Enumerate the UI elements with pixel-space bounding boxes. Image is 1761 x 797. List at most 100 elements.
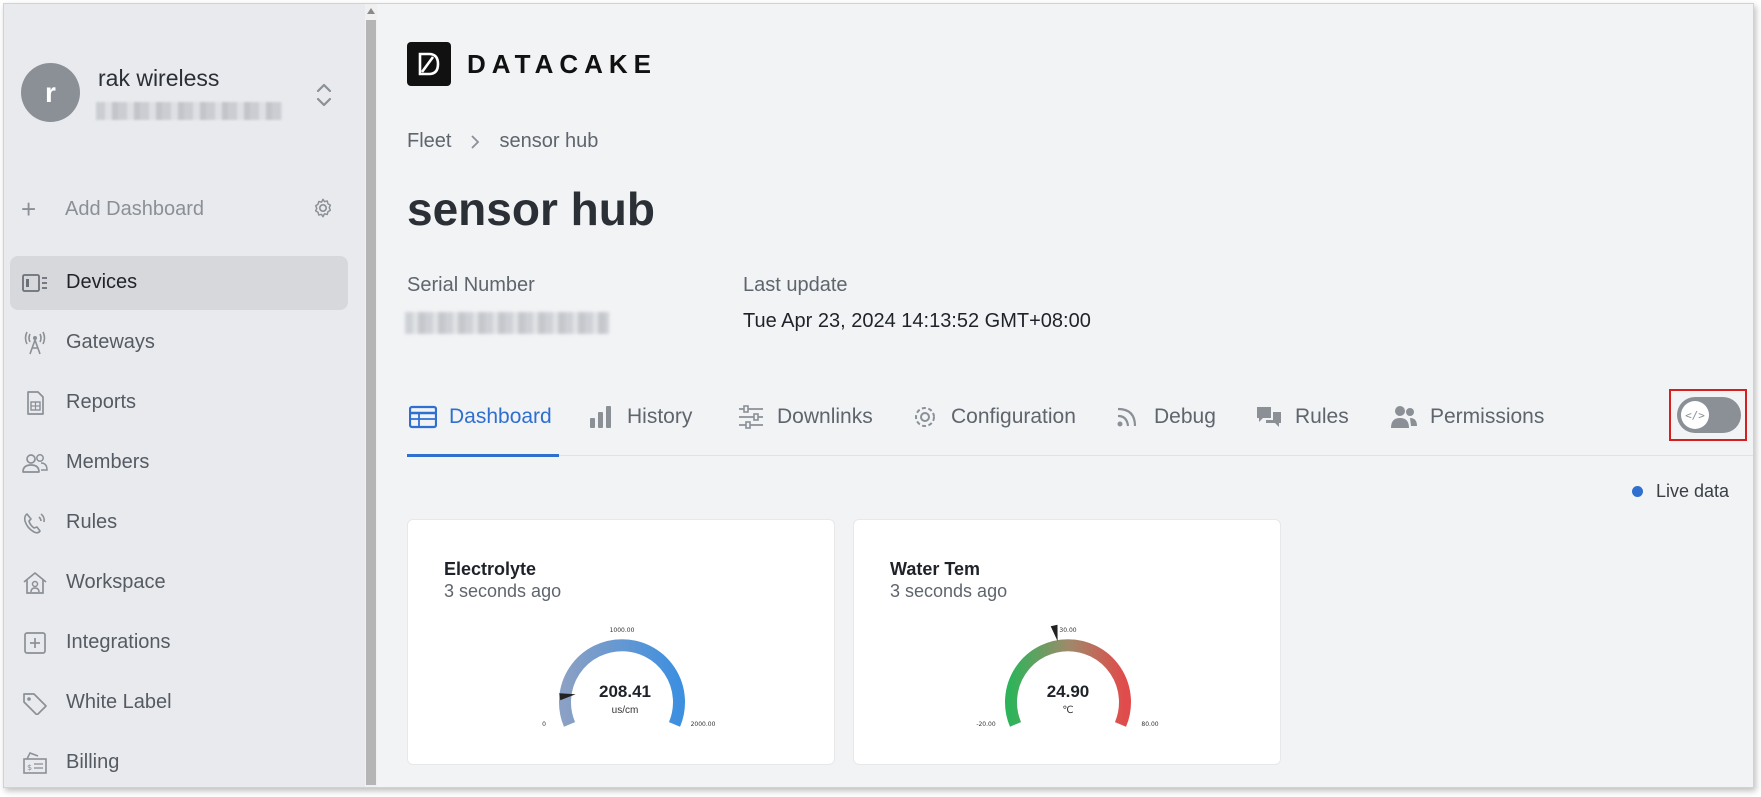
tab-label: Debug [1154,405,1216,428]
plus-icon: + [21,194,37,224]
gauge-value: 24.90 [1047,682,1090,701]
tab-label: Configuration [951,405,1076,428]
code-icon: </> [1681,401,1709,429]
rss-icon [1117,407,1137,427]
sidebar-item-workspace[interactable]: Workspace [10,556,348,610]
live-data-label: Live data [1656,481,1730,501]
tag-icon [23,693,47,715]
gauge-min-label: 0 [542,721,546,728]
logo-mark-icon [407,42,451,86]
sidebar: r rak wireless + Add Dashboard Devices G… [4,4,365,787]
main-content: DATACAKE Fleet sensor hub sensor hub Ser… [377,4,1753,787]
gauge-max-label: 80.00 [1141,721,1158,728]
sidebar-item-label: White Label [66,691,172,713]
billing-icon: $ [23,752,47,774]
gauge-mid-label: 30.00 [1059,627,1076,634]
users-icon [1391,406,1417,428]
tab-label: Downlinks [777,405,873,428]
breadcrumb-current: sensor hub [499,130,599,152]
widget-card-water-tem[interactable]: Water Tem 3 seconds ago 30.00 -20.00 80.… [853,519,1281,765]
sidebar-item-integrations[interactable]: Integrations [10,616,348,670]
sidebar-item-gateways[interactable]: Gateways [10,316,348,370]
gauge-mid-label: 1000.00 [610,627,635,634]
add-dashboard-label: Add Dashboard [65,198,204,220]
widget-timestamp: 3 seconds ago [444,581,562,601]
tab-downlinks[interactable]: Downlinks [737,392,873,442]
gauge-water-tem: 30.00 -20.00 80.00 24.90 ℃ [976,624,1159,728]
last-update-label: Last update [743,274,848,296]
sidebar-item-reports[interactable]: Reports [10,376,348,430]
gauge-min-label: -20.00 [976,721,996,728]
gauge-unit: ℃ [1062,705,1073,716]
chevron-up-down-icon[interactable] [315,81,333,109]
scroll-up-arrow-icon[interactable] [367,8,375,14]
sidebar-item-label: Devices [66,271,138,293]
tab-dashboard[interactable]: Dashboard [409,392,552,442]
logo-text: DATACAKE [467,48,658,79]
gateway-icon [24,331,46,355]
svg-text:$: $ [27,763,32,772]
reports-icon [27,391,44,415]
gear-icon[interactable] [312,197,334,219]
widget-title: Water Tem [890,559,981,579]
page-title: sensor hub [407,183,655,235]
add-dashboard-button[interactable]: + Add Dashboard [21,194,341,224]
rules-icon [23,513,45,534]
org-switcher[interactable]: r rak wireless [4,4,365,124]
serial-number-redacted [405,312,609,334]
last-update-value: Tue Apr 23, 2024 14:13:52 GMT+08:00 [743,310,1091,332]
live-data-indicator: Live data [1632,481,1729,502]
gauge-electrolyte: 1000.00 0 2000.00 208.41 us/cm [542,627,716,728]
app-window: r rak wireless + Add Dashboard Devices G… [3,3,1754,788]
tab-label: History [627,405,693,428]
tab-permissions[interactable]: Permissions [1390,392,1544,442]
gauge-max-label: 2000.00 [691,721,716,728]
sidebar-item-label: Billing [66,751,120,773]
sidebar-scrollbar[interactable] [365,4,377,787]
developer-mode-toggle[interactable]: </> [1677,397,1741,433]
serial-number-label: Serial Number [407,274,535,296]
tab-configuration[interactable]: Configuration [911,392,1076,442]
tab-label: Rules [1295,405,1349,428]
tab-debug[interactable]: Debug [1114,392,1216,442]
integrations-icon [24,632,46,654]
widget-timestamp: 3 seconds ago [890,581,1008,601]
tab-history[interactable]: History [587,392,692,442]
widget-card-electrolyte[interactable]: Electrolyte 3 seconds ago 1000.00 0 2000… [407,519,835,765]
scrollbar-thumb[interactable] [366,20,376,785]
active-tab-indicator [407,454,559,457]
sidebar-item-billing[interactable]: $ Billing [10,736,348,787]
breadcrumb: Fleet sensor hub [407,130,598,153]
gear-icon [915,407,935,427]
bar-chart-icon [590,406,611,428]
widget-title: Electrolyte [444,559,537,579]
highlight-box: </> [1669,389,1747,441]
devices-icon [22,274,47,292]
sidebar-item-members[interactable]: Members [10,436,348,490]
sidebar-item-label: Rules [66,511,118,533]
org-name: rak wireless [98,65,220,91]
gauge-needle-1 [1050,624,1058,642]
sidebar-item-label: Workspace [66,571,166,593]
tab-rules[interactable]: Rules [1255,392,1349,442]
datacake-logo[interactable]: DATACAKE [407,42,657,86]
sidebar-item-white-label[interactable]: White Label [10,676,348,730]
sidebar-item-label: Gateways [66,331,155,353]
gauge-value: 208.41 [599,682,651,701]
sliders-icon [739,405,763,429]
live-dot-icon [1632,486,1643,497]
sidebar-item-label: Members [66,451,150,473]
avatar: r [21,63,80,122]
members-icon [22,454,48,473]
sidebar-item-rules[interactable]: Rules [10,496,348,550]
device-tabs: Dashboard History Downlinks Configuratio… [407,384,1753,457]
tab-label: Dashboard [449,405,552,428]
table-icon [409,405,437,429]
tab-label: Permissions [1430,405,1545,428]
workspace-icon [23,572,47,594]
sidebar-item-devices[interactable]: Devices [10,256,348,310]
chevron-right-icon [471,134,480,149]
breadcrumb-fleet-link[interactable]: Fleet [407,130,451,153]
gauge-unit: us/cm [612,705,639,716]
sidebar-item-label: Reports [66,391,137,413]
